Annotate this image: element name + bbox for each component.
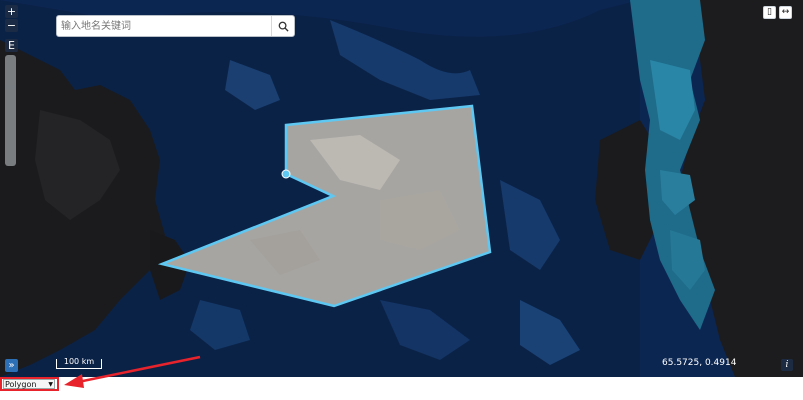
draw-mode-select[interactable]: Polygon ▼ <box>3 379 55 389</box>
zoom-out-button[interactable]: − <box>5 19 18 32</box>
chevron-down-icon: ▼ <box>48 381 53 388</box>
info-icon: i <box>785 360 789 370</box>
fullscreen-icon: ▯ <box>767 7 772 17</box>
scale-label: 100 km <box>63 357 95 366</box>
vertex-icon <box>281 169 291 179</box>
zoom-out-icon: − <box>6 19 17 32</box>
layer-icon: E <box>8 39 15 52</box>
zoom-slider[interactable] <box>5 55 16 166</box>
search-icon <box>278 21 289 32</box>
map-canvas[interactable]: + − E ▯ ↔ » 100 km 65.5725, 0.4914 i <box>0 0 803 377</box>
zoom-in-button[interactable]: + <box>5 5 18 18</box>
layer-button[interactable]: E <box>5 39 18 52</box>
search-box <box>56 15 295 37</box>
zoom-slider-handle[interactable] <box>6 85 15 89</box>
info-button[interactable]: i <box>781 359 793 371</box>
measure-icon: ↔ <box>781 7 790 17</box>
search-input[interactable] <box>61 19 269 33</box>
draw-mode-highlight: Polygon ▼ <box>0 377 59 391</box>
expand-button[interactable]: » <box>5 359 18 372</box>
measure-button[interactable]: ↔ <box>779 6 792 19</box>
fullscreen-button[interactable]: ▯ <box>763 6 776 19</box>
scale-bar: 100 km <box>56 357 102 369</box>
search-button[interactable] <box>271 16 294 36</box>
coordinate-readout: 65.5725, 0.4914 <box>662 358 737 368</box>
expand-icon: » <box>8 360 15 371</box>
zoom-in-icon: + <box>6 5 17 18</box>
draw-mode-value: Polygon <box>5 380 37 389</box>
map-terrain <box>0 0 803 377</box>
